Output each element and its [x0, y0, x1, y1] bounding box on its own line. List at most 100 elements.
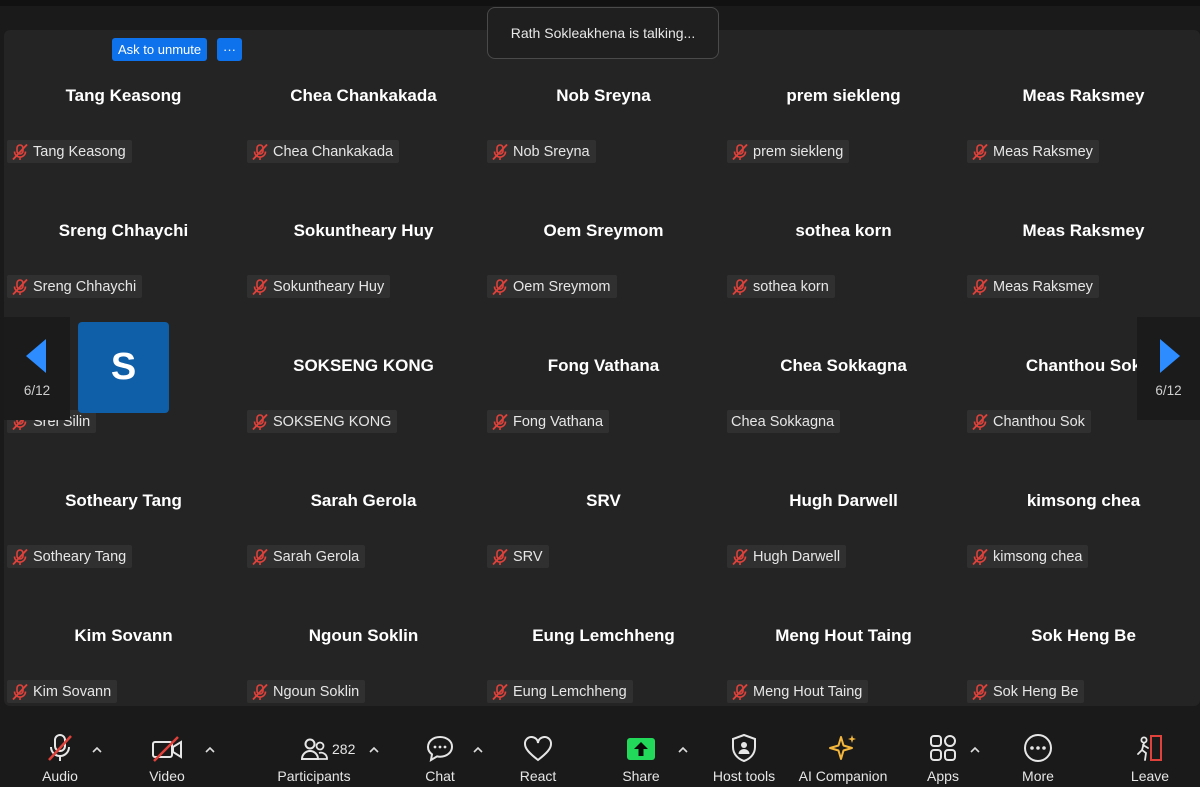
- mic-muted-icon: [12, 143, 28, 160]
- participant-tile[interactable]: Meas Raksmey Meas Raksmey: [964, 165, 1200, 300]
- participant-name-tag-text: Eung Lemchheng: [513, 683, 627, 700]
- participants-button[interactable]: Participants: [276, 727, 352, 787]
- share-options-chevron-icon[interactable]: [677, 745, 689, 755]
- participant-name-tag-text: Hugh Darwell: [753, 548, 841, 565]
- chat-icon: [426, 735, 454, 762]
- ai-companion-label: AI Companion: [798, 768, 888, 784]
- participant-name-tag: Sokuntheary Huy: [247, 275, 391, 298]
- next-page-button[interactable]: 6/12: [1137, 317, 1200, 420]
- more-dots-icon: [1024, 734, 1052, 762]
- participant-name-tag: Sreng Chhaychi: [7, 275, 143, 298]
- participant-tile[interactable]: Chea Chankakada Chea Chankakada: [244, 30, 483, 165]
- mic-muted-icon: [252, 413, 268, 430]
- video-button[interactable]: Video: [146, 727, 188, 787]
- participant-tile[interactable]: Sotheary Tang Sotheary Tang: [4, 435, 243, 570]
- participants-options-chevron-icon[interactable]: [368, 745, 380, 755]
- participant-name-tag-text: Sotheary Tang: [33, 548, 127, 565]
- chat-button[interactable]: Chat: [422, 727, 458, 787]
- video-off-icon: [152, 736, 182, 762]
- participant-tile[interactable]: kimsong chea kimsong chea: [964, 435, 1200, 570]
- chat-label: Chat: [425, 768, 455, 784]
- participant-name-tag-text: Sokuntheary Huy: [273, 278, 385, 295]
- participant-display-name: Ngoun Soklin: [308, 626, 419, 645]
- participant-name-tag-text: Nob Sreyna: [513, 143, 590, 160]
- ai-companion-button[interactable]: AI Companion: [797, 727, 889, 787]
- participant-display-name: Chea Sokkagna: [780, 356, 907, 375]
- participant-display-name: Fong Vathana: [547, 356, 660, 375]
- react-button[interactable]: React: [518, 727, 558, 787]
- participant-name-tag: Chea Sokkagna: [727, 410, 841, 433]
- participant-tile[interactable]: Hugh Darwell Hugh Darwell: [724, 435, 963, 570]
- participant-display-name: Nob Sreyna: [556, 86, 651, 105]
- previous-page-button[interactable]: 6/12: [4, 317, 70, 420]
- participant-tile[interactable]: sothea korn sothea korn: [724, 165, 963, 300]
- participant-name-tag-text: Sok Heng Be: [993, 683, 1079, 700]
- video-options-chevron-icon[interactable]: [204, 745, 216, 755]
- participant-name-tag: Chea Chankakada: [247, 140, 400, 163]
- participant-tile[interactable]: Fong Vathana Fong Vathana: [484, 300, 723, 435]
- mic-muted-icon: [12, 278, 28, 295]
- participant-name-tag-text: Oem Sreymom: [513, 278, 611, 295]
- participant-name-tag-text: Chea Sokkagna: [731, 413, 835, 430]
- participant-tile[interactable]: Sarah Gerola Sarah Gerola: [244, 435, 483, 570]
- participant-display-name: Meas Raksmey: [1022, 86, 1145, 105]
- participant-name-tag-text: SOKSENG KONG: [273, 413, 392, 430]
- participant-tile[interactable]: SRV SRV: [484, 435, 723, 570]
- mic-muted-icon: [972, 143, 988, 160]
- audio-options-chevron-icon[interactable]: [91, 745, 103, 755]
- participant-display-name: Oem Sreymom: [543, 221, 664, 240]
- participant-tile[interactable]: Chea Sokkagna Chea Sokkagna: [724, 300, 963, 435]
- mic-muted-icon: [492, 413, 508, 430]
- participant-display-name: Sreng Chhaychi: [58, 221, 189, 240]
- apps-button[interactable]: Apps: [924, 727, 962, 787]
- participant-tile[interactable]: Kim Sovann Kim Sovann: [4, 570, 243, 705]
- participant-tile[interactable]: Eung Lemchheng Eung Lemchheng: [484, 570, 723, 705]
- leave-button[interactable]: Leave: [1130, 727, 1170, 787]
- more-button[interactable]: More: [1018, 727, 1058, 787]
- participant-name-tag-text: Chanthou Sok: [993, 413, 1085, 430]
- tile-more-options-button[interactable]: ···: [217, 38, 242, 61]
- participant-name-tag-text: Meng Hout Taing: [753, 683, 863, 700]
- participants-icon: [300, 738, 328, 760]
- apps-label: Apps: [927, 768, 959, 784]
- participant-name-tag: Fong Vathana: [487, 410, 610, 433]
- audio-label: Audio: [42, 768, 78, 784]
- participant-name-tag-text: kimsong chea: [993, 548, 1083, 565]
- chat-options-chevron-icon[interactable]: [472, 745, 484, 755]
- participant-name-tag-text: Kim Sovann: [33, 683, 112, 700]
- share-button[interactable]: Share: [620, 727, 662, 787]
- participant-name-tag: Hugh Darwell: [727, 545, 847, 568]
- participant-name-tag: Meas Raksmey: [967, 140, 1099, 163]
- participant-name-tag: Nob Sreyna: [487, 140, 596, 163]
- participants-count: 282: [332, 741, 356, 757]
- participant-tile[interactable]: Oem Sreymom Oem Sreymom: [484, 165, 723, 300]
- participant-display-name: Hugh Darwell: [789, 491, 898, 510]
- participant-name-tag: SOKSENG KONG: [247, 410, 398, 433]
- mic-muted-icon: [252, 143, 268, 160]
- shield-icon: [732, 733, 756, 763]
- participant-tile[interactable]: SOKSENG KONG SOKSENG KONG: [244, 300, 483, 435]
- participant-tile[interactable]: Sokuntheary Huy Sokuntheary Huy: [244, 165, 483, 300]
- mic-muted-icon: [732, 143, 748, 160]
- participant-tile[interactable]: Meas Raksmey Meas Raksmey: [964, 30, 1200, 165]
- mic-muted-icon: [12, 683, 28, 700]
- video-label: Video: [149, 768, 185, 784]
- participant-display-name: Meng Hout Taing: [775, 626, 912, 645]
- participant-display-name: Eung Lemchheng: [532, 626, 675, 645]
- apps-options-chevron-icon[interactable]: [969, 745, 981, 755]
- mic-muted-icon: [48, 734, 72, 761]
- participant-tile[interactable]: prem siekleng prem siekleng: [724, 30, 963, 165]
- participant-tile[interactable]: Sok Heng Be Sok Heng Be: [964, 570, 1200, 705]
- participant-name-tag: Chanthou Sok: [967, 410, 1091, 433]
- ask-to-unmute-button[interactable]: Ask to unmute: [112, 38, 208, 61]
- host-tools-button[interactable]: Host tools: [710, 727, 778, 787]
- participant-name-tag-text: Meas Raksmey: [993, 143, 1093, 160]
- participant-tile[interactable]: Sreng Chhaychi Sreng Chhaychi: [4, 165, 243, 300]
- participant-name-tag: Sotheary Tang: [7, 545, 133, 568]
- participant-display-name: Sokuntheary Huy: [293, 221, 434, 240]
- participant-tile[interactable]: Ngoun Soklin Ngoun Soklin: [244, 570, 483, 705]
- participant-name-tag-text: Chea Chankakada: [273, 143, 394, 160]
- audio-button[interactable]: Audio: [38, 727, 82, 787]
- participant-name-tag: Tang Keasong: [7, 140, 132, 163]
- participant-tile[interactable]: Meng Hout Taing Meng Hout Taing: [724, 570, 963, 705]
